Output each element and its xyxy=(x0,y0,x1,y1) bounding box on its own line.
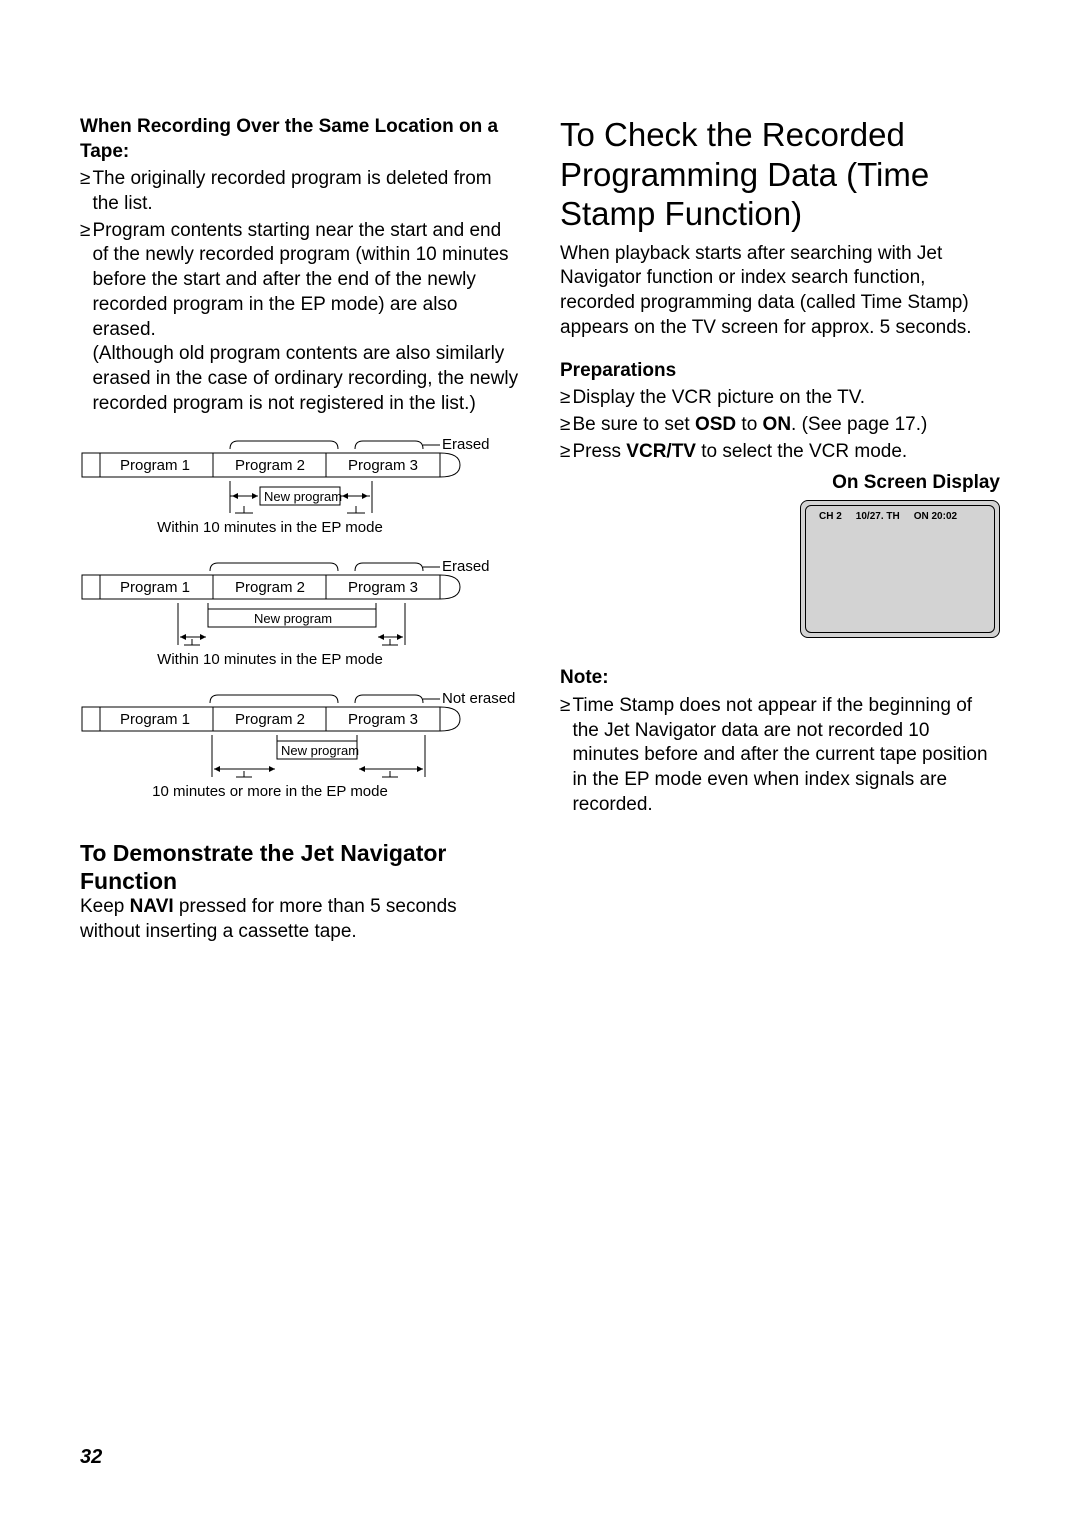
right-title: To Check the Recorded Programming Data (… xyxy=(560,115,1000,234)
not-erased-label: Not erased xyxy=(442,690,515,707)
text: to xyxy=(736,414,762,435)
left-heading: When Recording Over the Same Location on… xyxy=(80,115,520,164)
osd-text: CH 2 10/27. TH ON 20:02 xyxy=(819,511,957,522)
osd-date: 10/27. TH xyxy=(856,511,900,522)
prog2: Program 2 xyxy=(235,579,305,596)
diagram-3: Not erased Program 1 Program 2 Program 3… xyxy=(80,685,520,805)
bullet-item: ≥ Be sure to set OSD to ON. (See page 17… xyxy=(560,413,1000,438)
newprog: New program xyxy=(254,611,332,626)
diagram-2: Erased Program 1 Program 2 Program 3 New… xyxy=(80,553,520,673)
bullet-text: Press VCR/TV to select the VCR mode. xyxy=(572,440,1000,465)
bullet-icon: ≥ xyxy=(560,440,570,465)
right-column: To Check the Recorded Programming Data (… xyxy=(560,115,1000,945)
bullet-icon: ≥ xyxy=(560,413,570,438)
bullet-text: Time Stamp does not appear if the beginn… xyxy=(572,694,1000,817)
osd-ch: CH 2 xyxy=(819,511,842,522)
on-bold: ON xyxy=(763,414,792,435)
prog1: Program 1 xyxy=(120,711,190,728)
osd-label: On Screen Display xyxy=(560,472,1000,494)
bullet-icon: ≥ xyxy=(80,219,90,417)
bullet-text: Program contents starting near the start… xyxy=(92,220,508,340)
text: Press xyxy=(572,441,626,462)
left-column: When Recording Over the Same Location on… xyxy=(80,115,520,945)
erased-label: Erased xyxy=(442,436,490,453)
bullet-text: The originally recorded program is delet… xyxy=(92,167,520,216)
bullet-item: ≥ Press VCR/TV to select the VCR mode. xyxy=(560,440,1000,465)
bullet-item: ≥ Time Stamp does not appear if the begi… xyxy=(560,694,1000,817)
caption: 10 minutes or more in the EP mode xyxy=(80,783,460,800)
page-number: 32 xyxy=(80,1446,102,1469)
diagram-1: Erased Program 1 Program 2 Program 3 New… xyxy=(80,431,520,541)
bullet-icon: ≥ xyxy=(560,386,570,411)
prog2: Program 2 xyxy=(235,711,305,728)
text: to select the VCR mode. xyxy=(696,441,907,462)
prog3: Program 3 xyxy=(348,457,418,474)
bullet-text: Be sure to set OSD to ON. (See page 17.) xyxy=(572,413,1000,438)
osd-inner xyxy=(805,505,995,633)
columns: When Recording Over the Same Location on… xyxy=(80,115,1000,945)
newprog: New program xyxy=(264,489,342,504)
osd-screen: CH 2 10/27. TH ON 20:02 xyxy=(800,500,1000,638)
erased-label: Erased xyxy=(442,558,490,575)
preparations-heading: Preparations xyxy=(560,359,1000,384)
note-heading: Note: xyxy=(560,666,1000,691)
prog3: Program 3 xyxy=(348,579,418,596)
navi-bold: NAVI xyxy=(130,896,174,917)
text: . (See page 17.) xyxy=(791,414,927,435)
vcrtv-bold: VCR/TV xyxy=(626,441,696,462)
prog3: Program 3 xyxy=(348,711,418,728)
bullet-icon: ≥ xyxy=(560,694,570,817)
manual-page: When Recording Over the Same Location on… xyxy=(0,0,1080,1529)
osd-on: ON 20:02 xyxy=(914,511,957,522)
osd-bold: OSD xyxy=(695,414,736,435)
prog1: Program 1 xyxy=(120,457,190,474)
demonstrate-body: Keep NAVI pressed for more than 5 second… xyxy=(80,895,520,944)
bullet-item: ≥ Program contents starting near the sta… xyxy=(80,219,520,417)
intro-text: When playback starts after searching wit… xyxy=(560,242,1000,341)
bullet-icon: ≥ xyxy=(80,167,90,216)
text: Be sure to set xyxy=(572,414,695,435)
text: Keep xyxy=(80,896,130,917)
prog2: Program 2 xyxy=(235,457,305,474)
bullet-text: Display the VCR picture on the TV. xyxy=(572,386,1000,411)
caption: Within 10 minutes in the EP mode xyxy=(80,651,460,668)
diagram-block: Erased Program 1 Program 2 Program 3 New… xyxy=(80,431,520,805)
sub-paragraph: (Although old program contents are also … xyxy=(92,342,520,416)
bullet-item: ≥ Display the VCR picture on the TV. xyxy=(560,386,1000,411)
prog1: Program 1 xyxy=(120,579,190,596)
demonstrate-heading: To Demonstrate the Jet Navigator Functio… xyxy=(80,840,520,895)
bullet-item: ≥ The originally recorded program is del… xyxy=(80,167,520,216)
newprog: New program xyxy=(281,743,359,758)
caption: Within 10 minutes in the EP mode xyxy=(80,519,460,536)
